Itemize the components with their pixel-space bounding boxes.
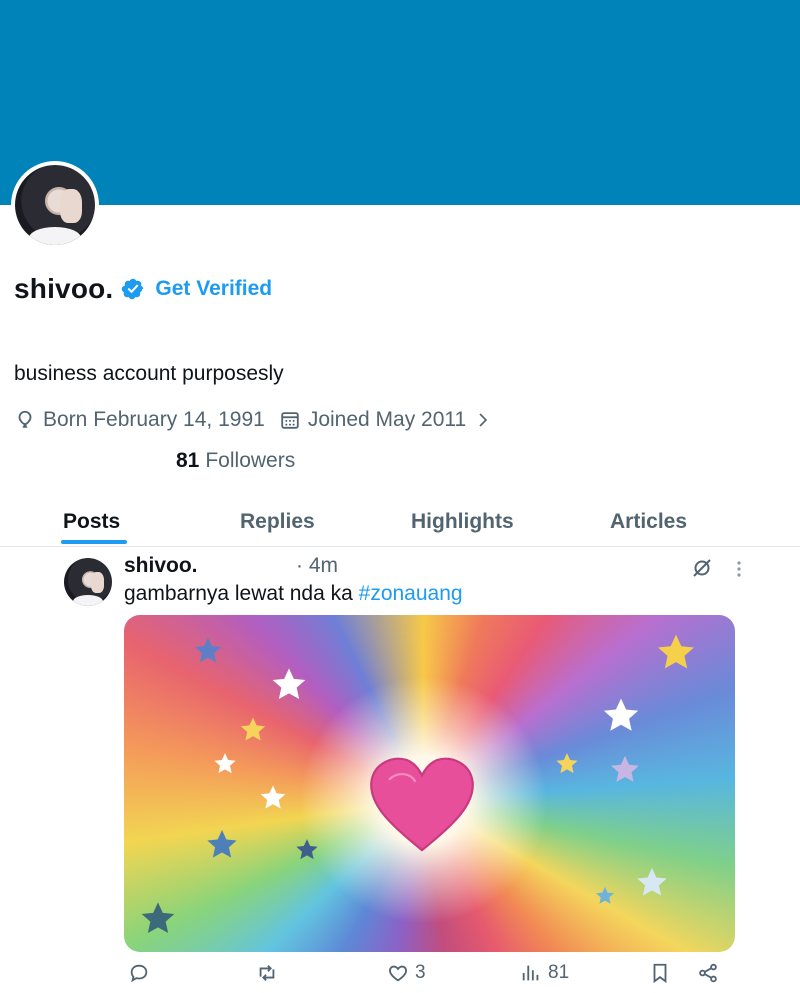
reply-icon [130, 964, 148, 983]
tab-replies[interactable]: Replies [240, 497, 315, 547]
bookmark-icon [653, 963, 667, 984]
star-decoration [296, 839, 318, 860]
star-decoration [611, 755, 639, 782]
tab-highlights[interactable]: Highlights [411, 497, 514, 547]
followers-link[interactable]: 81 Followers [176, 449, 295, 473]
view-count: 81 [548, 962, 570, 983]
like-button[interactable]: 3 [387, 962, 426, 984]
profile-display-name: shivoo. [14, 273, 114, 304]
followers-label: Followers [205, 449, 296, 472]
post-actions: 3 81 [0, 962, 800, 990]
star-decoration [637, 868, 667, 896]
like-icon [389, 965, 407, 982]
post-image[interactable] [124, 615, 735, 952]
star-decoration [260, 785, 286, 809]
views-icon [522, 965, 539, 981]
profile-name-row: shivoo. Get Verified [14, 270, 272, 308]
share-button[interactable] [697, 962, 719, 984]
profile-meta-row: Born February 14, 1991 Joined May 2011 [14, 404, 506, 436]
grok-icon[interactable] [690, 556, 714, 580]
share-icon [699, 963, 717, 983]
join-date-item[interactable]: Joined May 2011 [279, 408, 492, 432]
star-decoration [603, 698, 639, 731]
star-decoration [556, 753, 578, 774]
star-decoration [240, 717, 266, 741]
followers-count: 81 [176, 449, 200, 472]
tab-articles[interactable]: Articles [610, 497, 687, 547]
post-text-body: gambarnya lewat nda ka [124, 582, 359, 605]
profile-banner[interactable] [0, 0, 800, 205]
heart-illustration [370, 757, 474, 852]
reply-button[interactable] [128, 962, 150, 984]
profile-avatar[interactable] [11, 161, 99, 249]
repost-icon [259, 965, 275, 981]
get-verified-link[interactable]: Get Verified [155, 277, 272, 301]
more-icon[interactable] [734, 558, 744, 580]
active-tab-indicator [61, 540, 127, 544]
star-decoration [214, 753, 236, 774]
post-author-name[interactable]: shivoo. [124, 554, 198, 578]
chevron-right-icon[interactable] [474, 411, 492, 429]
bookmark-button[interactable] [649, 962, 671, 984]
star-decoration [207, 830, 237, 858]
star-decoration [141, 902, 175, 933]
birth-date-item: Born February 14, 1991 [14, 408, 265, 432]
star-decoration [194, 637, 222, 663]
verified-badge-icon[interactable] [121, 277, 145, 301]
post-hashtag[interactable]: #zonauang [359, 582, 463, 605]
like-count: 3 [415, 962, 426, 983]
post-timestamp[interactable]: · 4m [296, 554, 338, 578]
post-author-avatar[interactable] [64, 558, 112, 606]
profile-bio: business account purposesly [14, 362, 284, 385]
birthday-balloon-icon [18, 410, 32, 428]
join-date-text: Joined May 2011 [307, 408, 467, 431]
birth-date-text: Born February 14, 1991 [43, 408, 265, 431]
views-button[interactable]: 81 [520, 962, 569, 984]
post-text: gambarnya lewat nda ka #zonauang [124, 582, 463, 606]
star-decoration [272, 668, 306, 699]
star-decoration [658, 634, 694, 669]
star-decoration [596, 886, 614, 904]
repost-button[interactable] [256, 962, 278, 984]
calendar-icon [281, 412, 299, 429]
